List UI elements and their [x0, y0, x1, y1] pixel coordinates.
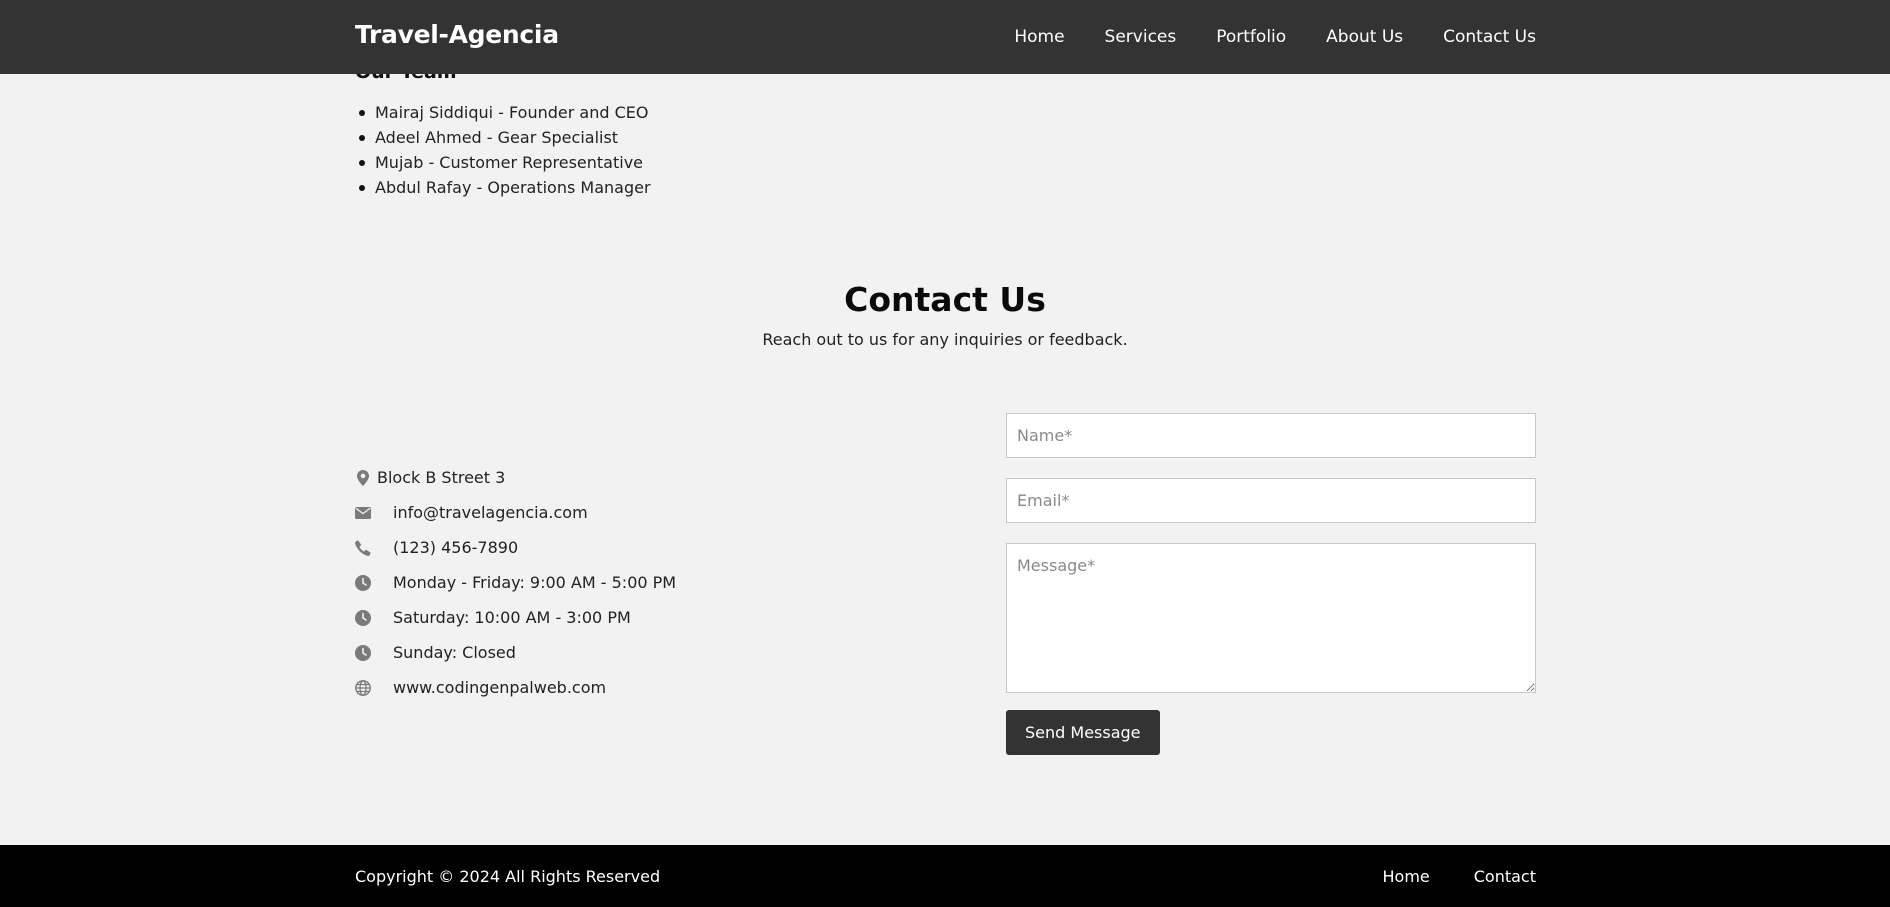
footer-contact-link[interactable]: Contact — [1474, 867, 1536, 886]
map-pin-icon — [355, 469, 371, 486]
phone-icon — [355, 539, 371, 556]
nav-contact-link[interactable]: Contact Us — [1443, 27, 1536, 47]
main-nav: Home Services Portfolio About Us Contact… — [1014, 0, 1536, 74]
contact-subtitle: Reach out to us for any inquiries or fee… — [762, 330, 1128, 349]
globe-icon — [355, 679, 371, 696]
address-text: Block B Street 3 — [377, 468, 506, 487]
email-field[interactable] — [1006, 478, 1536, 523]
team-member: Abdul Rafay - Operations Manager — [355, 175, 651, 200]
email-row: info@travelagencia.com — [355, 495, 676, 530]
hours-saturday-row: Saturday: 10:00 AM - 3:00 PM — [355, 600, 676, 635]
nav-home-link[interactable]: Home — [1014, 27, 1064, 47]
team-member: Mujab - Customer Representative — [355, 150, 651, 175]
hours-sunday-row: Sunday: Closed — [355, 635, 676, 670]
address-row: Block B Street 3 — [355, 460, 676, 495]
nav-portfolio-link[interactable]: Portfolio — [1216, 27, 1286, 47]
site-footer: Copyright © 2024 All Rights Reserved Hom… — [0, 845, 1890, 907]
clock-icon — [355, 644, 371, 661]
nav-about-link[interactable]: About Us — [1326, 27, 1403, 47]
site-header: Travel-Agencia Home Services Portfolio A… — [0, 0, 1890, 74]
copyright-text: Copyright © 2024 All Rights Reserved — [355, 866, 661, 886]
hours-weekday-row: Monday - Friday: 9:00 AM - 5:00 PM — [355, 565, 676, 600]
clock-icon — [355, 609, 371, 626]
message-field[interactable] — [1006, 543, 1536, 693]
footer-home-link[interactable]: Home — [1383, 867, 1430, 886]
contact-info: Block B Street 3 info@travelagencia.com … — [355, 460, 676, 705]
hours-saturday-text: Saturday: 10:00 AM - 3:00 PM — [393, 608, 631, 627]
contact-title: Contact Us — [844, 280, 1046, 319]
site-logo[interactable]: Travel-Agencia — [355, 20, 559, 49]
team-member: Adeel Ahmed - Gear Specialist — [355, 125, 651, 150]
phone-text[interactable]: (123) 456-7890 — [393, 538, 518, 557]
footer-nav: Home Contact — [1383, 845, 1537, 907]
nav-services-link[interactable]: Services — [1105, 27, 1177, 47]
envelope-icon — [355, 505, 371, 521]
contact-form: Send Message — [1006, 413, 1536, 755]
team-member: Mairaj Siddiqui - Founder and CEO — [355, 100, 651, 125]
send-message-button[interactable]: Send Message — [1006, 710, 1160, 755]
team-list: Mairaj Siddiqui - Founder and CEO Adeel … — [355, 100, 651, 200]
name-field[interactable] — [1006, 413, 1536, 458]
hours-weekday-text: Monday - Friday: 9:00 AM - 5:00 PM — [393, 573, 677, 592]
website-text[interactable]: www.codingenpalweb.com — [393, 678, 606, 697]
hours-sunday-text: Sunday: Closed — [393, 643, 516, 662]
email-text[interactable]: info@travelagencia.com — [393, 503, 588, 522]
phone-row: (123) 456-7890 — [355, 530, 676, 565]
website-row: www.codingenpalweb.com — [355, 670, 676, 705]
clock-icon — [355, 574, 371, 591]
page: Our Team Mairaj Siddiqui - Founder and C… — [0, 0, 1890, 907]
